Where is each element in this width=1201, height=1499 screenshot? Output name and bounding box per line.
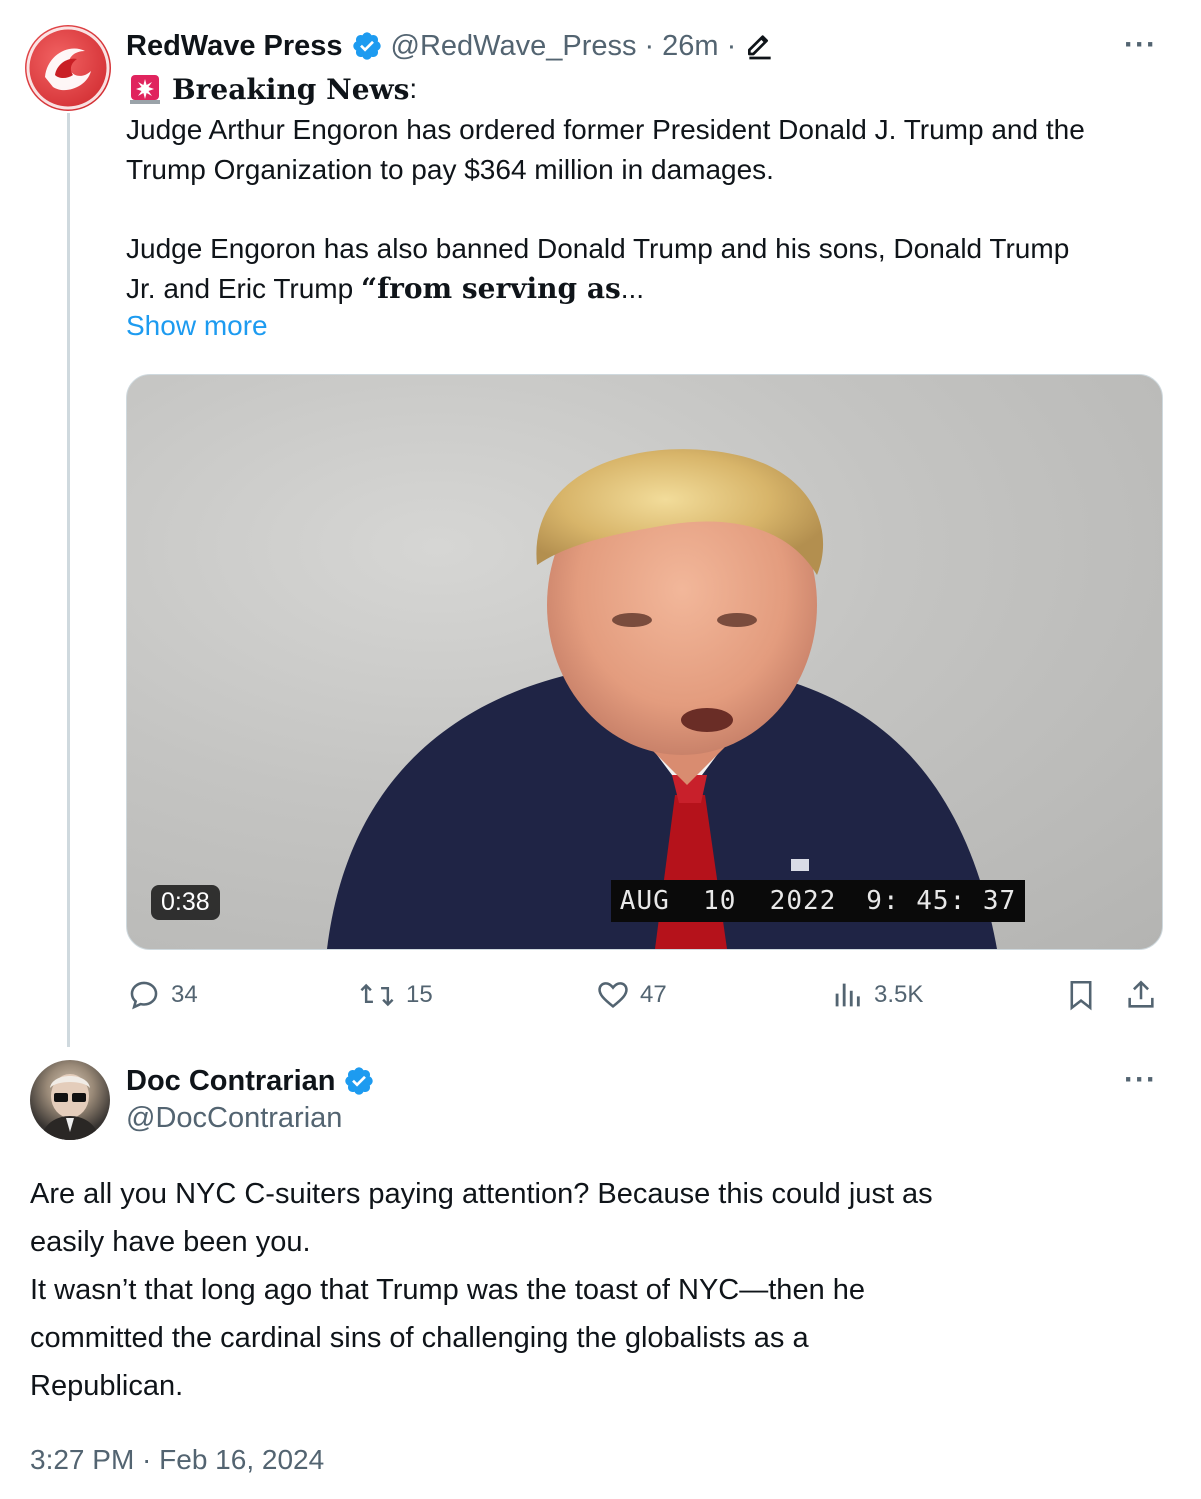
reply-text-line: Are all you NYC C-suiters paying attenti… [30,1178,933,1210]
reply-icon [130,981,158,1010]
reply-action[interactable]: 34 [127,978,198,1012]
tweet-time[interactable]: 26m [662,30,718,63]
paragraph-2-bold-quote: “from serving as [360,272,621,305]
breaking-news-line: Breaking News: [128,72,417,106]
views-analytics-icon [835,983,860,1007]
video-duration-badge: 0:38 [151,885,220,920]
reply-text: Are all you NYC C-suiters paying attenti… [30,1170,1180,1410]
show-more-link[interactable]: Show more [126,310,268,342]
breaking-news-label: Breaking News [172,72,410,106]
separator-dot: · [726,29,737,62]
paragraph-2-ellipsis: ... [620,273,645,304]
thread-connector-line [67,113,70,1047]
police-light-icon [130,75,160,104]
overlay-date: AUG 10 2022 [619,886,837,916]
views-count: 3.5K [874,981,924,1008]
share-upload-icon [1128,980,1154,1008]
repost-action[interactable]: 15 [358,978,433,1012]
like-count: 47 [640,981,667,1008]
video-player[interactable]: 0:38 AUG 10 2022 9: 45: 37 [126,374,1163,950]
video-timestamp-overlay: AUG 10 2022 9: 45: 37 [611,880,1025,922]
reply-author-name[interactable]: Doc Contrarian [126,1065,335,1098]
author-handle[interactable]: @RedWave_Press [391,30,637,63]
reply-text-line: easily have been you. [30,1226,311,1258]
reply-text-line: Republican. [30,1370,184,1402]
reply-more-menu[interactable]: ··· [1124,1063,1157,1097]
reply-count: 34 [171,981,198,1008]
overlay-time: 9: 45: 37 [866,886,1017,916]
separator-dot: · [644,29,655,62]
tweet-more-menu[interactable]: ··· [1124,28,1157,62]
reply-text-line: It wasn’t that long ago that Trump was t… [30,1274,866,1306]
verified-badge-icon [345,1067,374,1095]
tweet-paragraph-2-line-1: Judge Engoron has also banned Donald Tru… [126,233,1070,264]
reply-author-handle[interactable]: @DocContrarian [126,1102,342,1135]
repost-icon [360,983,394,1007]
reply-timestamp[interactable]: 3:27 PM · Feb 16, 2024 [30,1444,324,1476]
tweet-paragraph-2-line-2: Jr. and Eric Trump “from serving as... [126,269,644,309]
verified-badge-icon [352,32,381,60]
like-action[interactable]: 47 [596,978,667,1012]
doc-contrarian-avatar[interactable] [30,1060,110,1140]
reply-text-line: committed the cardinal sins of challengi… [30,1322,809,1354]
share-button[interactable] [1124,978,1158,1017]
video-frame-person [327,449,997,949]
edited-pencil-icon[interactable] [744,30,776,62]
author-name[interactable]: RedWave Press [126,30,343,63]
tweet-header: RedWave Press @RedWave_Press · 26m · [126,28,776,64]
repost-count: 15 [406,981,433,1008]
reply-header: Doc Contrarian [126,1063,375,1099]
bookmark-button[interactable] [1064,978,1098,1017]
avatar-portrait [40,1074,100,1140]
paragraph-2-plain: Jr. and Eric Trump [126,273,361,304]
redwave-avatar[interactable] [25,25,111,111]
redwave-logo-icon [26,26,110,110]
bookmark-icon [1070,980,1092,1011]
views-action[interactable]: 3.5K [830,978,923,1012]
heart-icon [598,982,628,1008]
tweet-paragraph-1: Judge Arthur Engoron has ordered former … [126,114,1085,185]
breaking-news-colon: : [409,73,418,104]
